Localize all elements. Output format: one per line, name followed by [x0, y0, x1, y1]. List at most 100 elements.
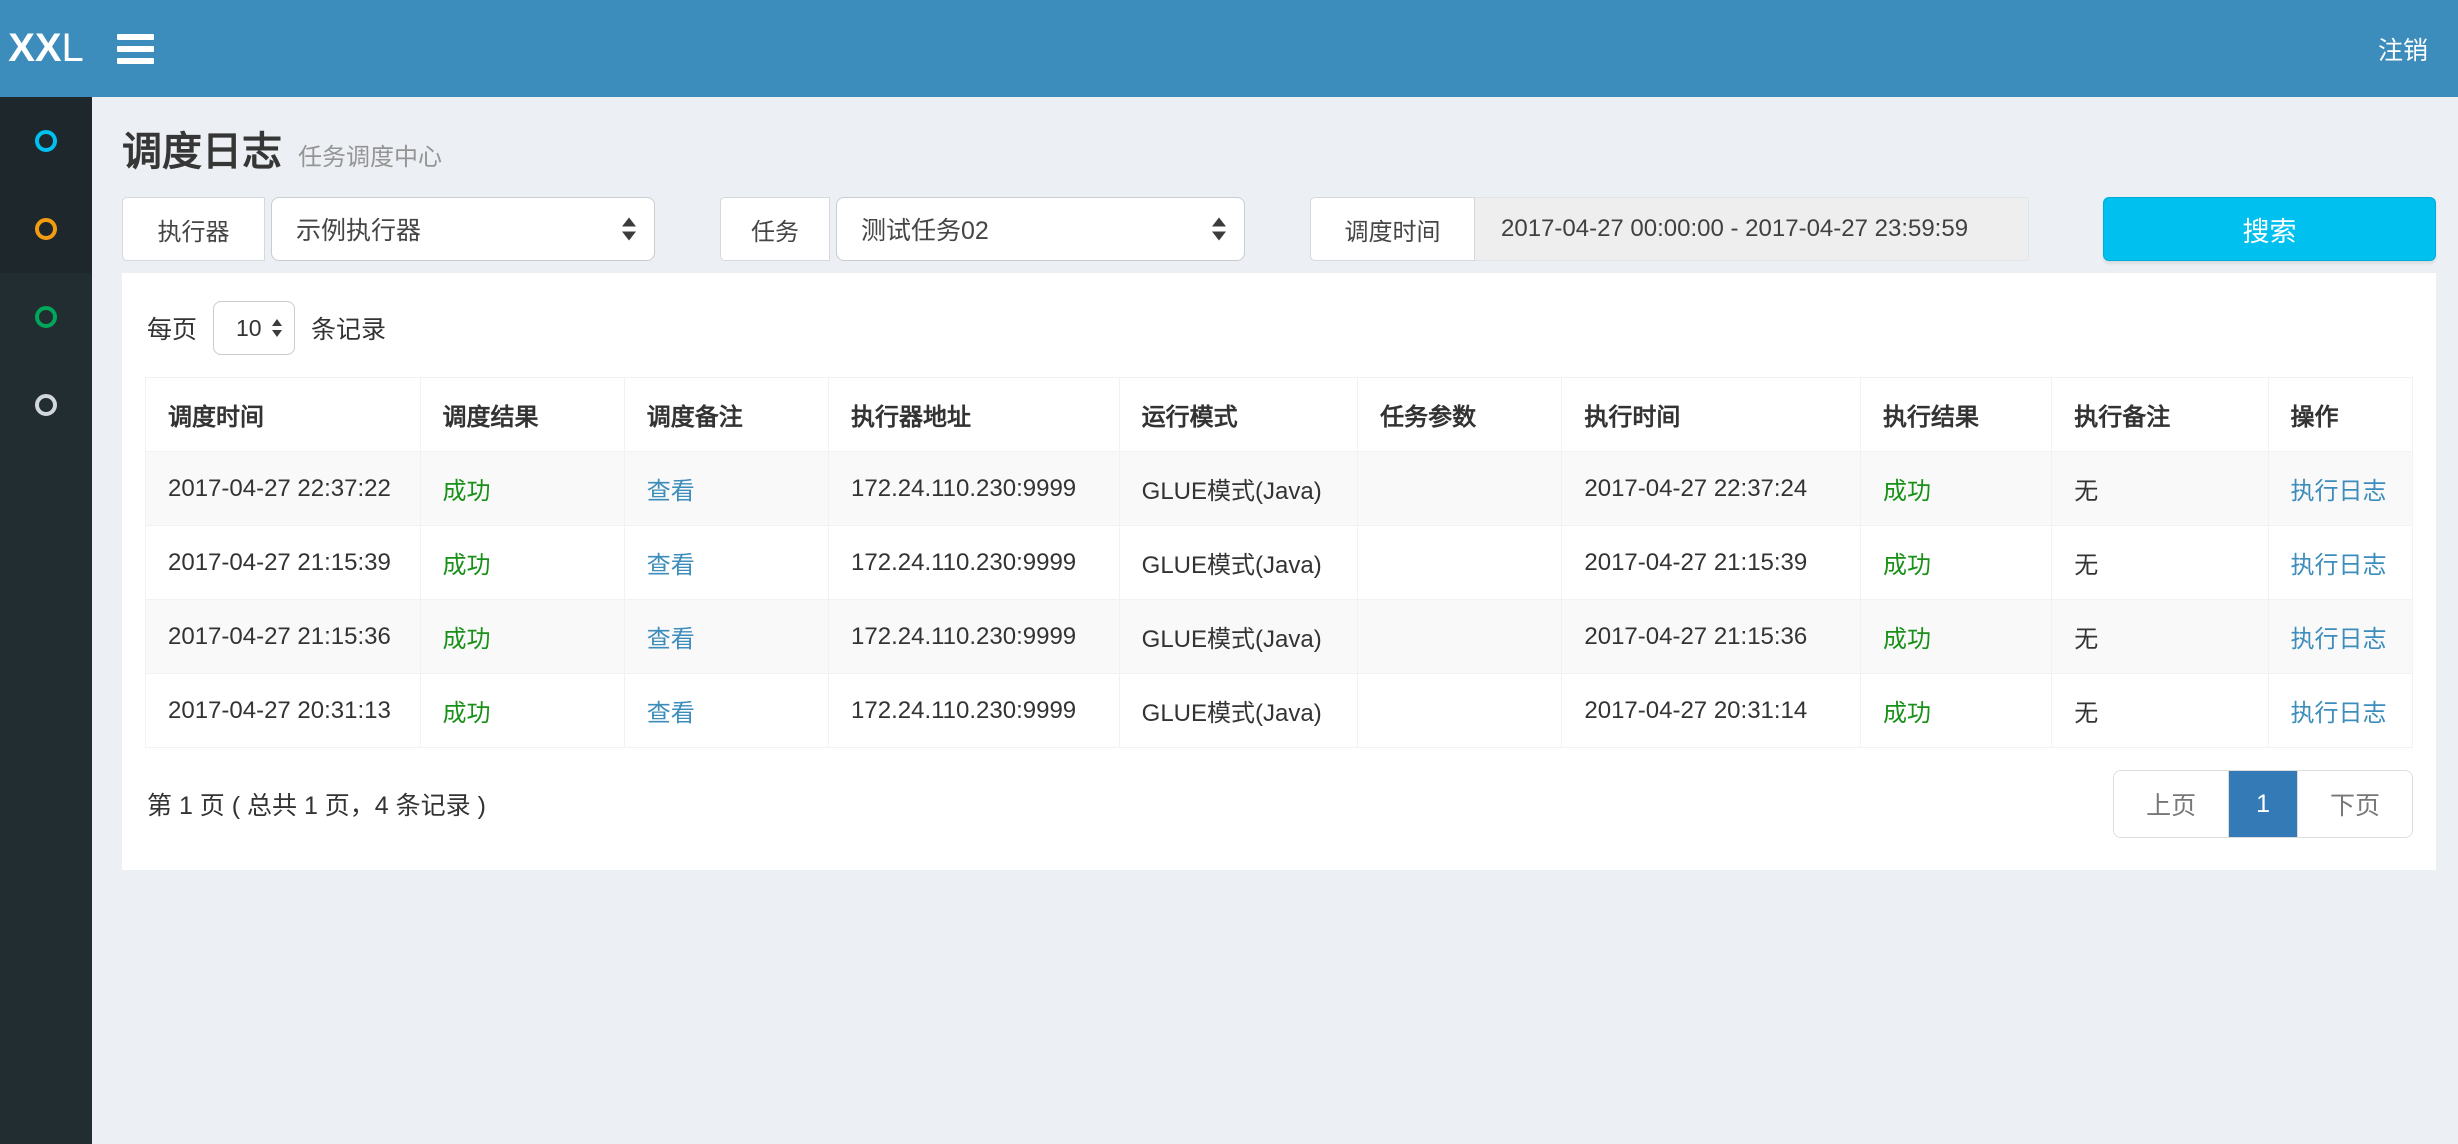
- cell-run-mode: GLUE模式(Java): [1119, 452, 1357, 526]
- table-row: 2017-04-27 21:15:36成功查看172.24.110.230:99…: [146, 600, 2413, 674]
- cell-schedule-result: 成功: [420, 526, 624, 600]
- pagination-summary: 第 1 页 ( 总共 1 页，4 条记录 ): [145, 786, 486, 822]
- table-body: 2017-04-27 22:37:22成功查看172.24.110.230:99…: [146, 452, 2413, 748]
- job-select-value: 测试任务02: [861, 211, 989, 247]
- app-logo[interactable]: XXL: [0, 0, 92, 97]
- cell-exec-result: 成功: [1860, 674, 2051, 748]
- col-header-schedule-result: 调度结果: [420, 378, 624, 452]
- cell-job-param: [1358, 452, 1562, 526]
- cell-exec-time: 2017-04-27 22:37:24: [1562, 452, 1861, 526]
- content-area: 调度日志 任务调度中心 执行器 示例执行器 任务 测试任务02 调度时间 201…: [92, 97, 2458, 1144]
- app-logo-text-light: L: [62, 26, 84, 71]
- page-title-text: 调度日志: [122, 119, 282, 177]
- job-filter-label: 任务: [720, 197, 830, 261]
- sidebar-item-jobinfo[interactable]: [0, 273, 92, 361]
- search-button[interactable]: 搜索: [2103, 197, 2436, 261]
- cell-executor-address: 172.24.110.230:9999: [829, 674, 1120, 748]
- executor-filter-label: 执行器: [122, 197, 265, 261]
- current-page-button[interactable]: 1: [2228, 771, 2297, 837]
- select-stepper-icon: [272, 319, 282, 337]
- cell-exec-result: 成功: [1860, 526, 2051, 600]
- cell-exec-remark: 无: [2052, 674, 2268, 748]
- cell-executor-address: 172.24.110.230:9999: [829, 600, 1120, 674]
- col-header-exec-result: 执行结果: [1860, 378, 2051, 452]
- select-stepper-icon: [1212, 218, 1226, 241]
- pagination-row: 第 1 页 ( 总共 1 页，4 条记录 ) 上页 1 下页: [145, 770, 2413, 838]
- sidebar: [0, 97, 92, 1144]
- cell-schedule-time: 2017-04-27 20:31:13: [146, 674, 421, 748]
- page-size-row: 每页 10 条记录: [147, 301, 2413, 355]
- cell-action[interactable]: 执行日志: [2268, 452, 2412, 526]
- col-header-run-mode: 运行模式: [1119, 378, 1357, 452]
- cell-schedule-remark[interactable]: 查看: [624, 526, 828, 600]
- cell-schedule-remark[interactable]: 查看: [624, 452, 828, 526]
- cell-action[interactable]: 执行日志: [2268, 674, 2412, 748]
- prev-page-button[interactable]: 上页: [2114, 771, 2228, 837]
- col-header-schedule-remark: 调度备注: [624, 378, 828, 452]
- sidebar-toggle-button[interactable]: [92, 0, 178, 97]
- table-row: 2017-04-27 22:37:22成功查看172.24.110.230:99…: [146, 452, 2413, 526]
- sidebar-menu: [0, 97, 92, 449]
- col-header-executor-address: 执行器地址: [829, 378, 1120, 452]
- cell-exec-time: 2017-04-27 21:15:36: [1562, 600, 1861, 674]
- sidebar-item-dashboard[interactable]: [0, 97, 92, 185]
- cell-executor-address: 172.24.110.230:9999: [829, 526, 1120, 600]
- page-subtitle: 任务调度中心: [298, 137, 442, 172]
- schedule-time-filter-label: 调度时间: [1310, 197, 1475, 261]
- content-header: 调度日志 任务调度中心: [92, 97, 2458, 191]
- table-header-row: 调度时间调度结果调度备注执行器地址运行模式任务参数执行时间执行结果执行备注操作: [146, 378, 2413, 452]
- executor-filter-group: 执行器 示例执行器: [122, 197, 655, 261]
- col-header-exec-time: 执行时间: [1562, 378, 1861, 452]
- cell-schedule-time: 2017-04-27 22:37:22: [146, 452, 421, 526]
- cell-exec-remark: 无: [2052, 526, 2268, 600]
- executor-select[interactable]: 示例执行器: [271, 197, 655, 261]
- cell-schedule-remark[interactable]: 查看: [624, 600, 828, 674]
- col-header-action: 操作: [2268, 378, 2412, 452]
- app-logo-text-bold: XX: [8, 26, 61, 71]
- hamburger-icon: [117, 34, 154, 64]
- cell-run-mode: GLUE模式(Java): [1119, 600, 1357, 674]
- log-table: 调度时间调度结果调度备注执行器地址运行模式任务参数执行时间执行结果执行备注操作 …: [145, 377, 2413, 748]
- cell-schedule-remark[interactable]: 查看: [624, 674, 828, 748]
- col-header-schedule-time: 调度时间: [146, 378, 421, 452]
- table-row: 2017-04-27 21:15:39成功查看172.24.110.230:99…: [146, 526, 2413, 600]
- next-page-button[interactable]: 下页: [2297, 771, 2412, 837]
- page-size-suffix-label: 条记录: [311, 310, 386, 346]
- cell-job-param: [1358, 526, 1562, 600]
- cell-action[interactable]: 执行日志: [2268, 526, 2412, 600]
- cell-exec-remark: 无: [2052, 600, 2268, 674]
- cell-schedule-result: 成功: [420, 674, 624, 748]
- cell-schedule-time: 2017-04-27 21:15:36: [146, 600, 421, 674]
- cell-run-mode: GLUE模式(Java): [1119, 526, 1357, 600]
- schedule-time-filter-group: 调度时间 2017-04-27 00:00:00 - 2017-04-27 23…: [1310, 197, 2029, 261]
- circle-outline-icon: [35, 306, 57, 328]
- cell-executor-address: 172.24.110.230:9999: [829, 452, 1120, 526]
- schedule-time-range-input[interactable]: 2017-04-27 00:00:00 - 2017-04-27 23:59:5…: [1475, 197, 2029, 261]
- cell-run-mode: GLUE模式(Java): [1119, 674, 1357, 748]
- select-stepper-icon: [622, 218, 636, 241]
- sidebar-item-settings[interactable]: [0, 361, 92, 449]
- col-header-exec-remark: 执行备注: [2052, 378, 2268, 452]
- cell-exec-remark: 无: [2052, 452, 2268, 526]
- sidebar-item-joblog[interactable]: [0, 185, 92, 273]
- cell-schedule-result: 成功: [420, 452, 624, 526]
- circle-outline-icon: [35, 130, 57, 152]
- cell-action[interactable]: 执行日志: [2268, 600, 2412, 674]
- page-title: 调度日志 任务调度中心: [122, 119, 2428, 177]
- page-size-select[interactable]: 10: [213, 301, 295, 355]
- job-filter-group: 任务 测试任务02: [720, 197, 1245, 261]
- cell-exec-result: 成功: [1860, 452, 2051, 526]
- page-size-prefix-label: 每页: [147, 310, 197, 346]
- table-row: 2017-04-27 20:31:13成功查看172.24.110.230:99…: [146, 674, 2413, 748]
- cell-job-param: [1358, 674, 1562, 748]
- cell-schedule-result: 成功: [420, 600, 624, 674]
- col-header-job-param: 任务参数: [1358, 378, 1562, 452]
- cell-job-param: [1358, 600, 1562, 674]
- logout-link[interactable]: 注销: [2348, 0, 2458, 97]
- pager: 上页 1 下页: [2113, 770, 2413, 838]
- page-size-value: 10: [236, 315, 262, 342]
- executor-select-value: 示例执行器: [296, 211, 421, 247]
- cell-exec-time: 2017-04-27 20:31:14: [1562, 674, 1861, 748]
- circle-outline-icon: [35, 394, 57, 416]
- job-select[interactable]: 测试任务02: [836, 197, 1245, 261]
